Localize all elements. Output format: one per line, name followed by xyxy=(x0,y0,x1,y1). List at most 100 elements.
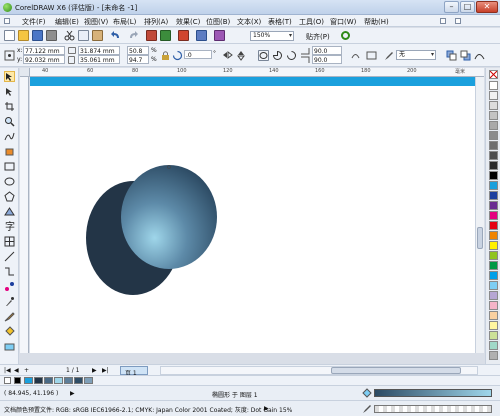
import-icon[interactable] xyxy=(146,30,157,41)
connector-tool-icon[interactable] xyxy=(4,266,15,277)
menu-table[interactable]: 表格(T) xyxy=(268,17,292,27)
palette-swatch[interactable] xyxy=(489,231,498,240)
doc-palette-swatch[interactable] xyxy=(44,377,53,384)
crop-tool-icon[interactable] xyxy=(4,101,15,112)
save-icon[interactable] xyxy=(32,30,43,41)
palette-swatch[interactable] xyxy=(489,351,498,360)
menu-file[interactable]: 文件(F) xyxy=(22,17,46,27)
palette-swatch[interactable] xyxy=(489,151,498,160)
rectangle-tool-icon[interactable] xyxy=(4,161,15,172)
palette-swatch[interactable] xyxy=(489,201,498,210)
menu-layout[interactable]: 布局(L) xyxy=(113,17,136,27)
scale-y-field[interactable]: 94.7 xyxy=(127,55,149,64)
rotation-angle-field[interactable]: .0 xyxy=(184,50,212,59)
vertical-ruler[interactable] xyxy=(20,77,29,353)
publish-pdf-icon[interactable] xyxy=(178,30,189,41)
next-page-icon[interactable]: ▶ xyxy=(92,367,97,374)
palette-swatch[interactable] xyxy=(489,321,498,330)
doc-palette-black-swatch[interactable] xyxy=(14,377,21,384)
ruler-origin[interactable] xyxy=(20,68,30,77)
horizontal-scrollbar[interactable] xyxy=(160,366,478,375)
smart-fill-tool-icon[interactable] xyxy=(4,146,15,157)
palette-swatch[interactable] xyxy=(489,211,498,220)
menu-effects[interactable]: 效果(C) xyxy=(176,17,200,27)
first-page-icon[interactable]: |◀ xyxy=(4,367,11,374)
palette-swatch[interactable] xyxy=(489,131,498,140)
application-launcher-icon[interactable] xyxy=(196,30,207,41)
drawing-canvas[interactable] xyxy=(30,77,484,353)
ellipse-mode-icon[interactable] xyxy=(258,50,269,61)
outline-width-select[interactable]: 无 ▾ xyxy=(396,50,436,60)
close-doc-icon[interactable] xyxy=(455,18,461,24)
palette-swatch[interactable] xyxy=(489,271,498,280)
zoom-level-select[interactable]: 150% ▾ xyxy=(250,31,294,41)
height-field[interactable]: 35.061 mm xyxy=(78,55,120,64)
vertical-scroll-thumb[interactable] xyxy=(477,227,483,249)
to-back-icon[interactable] xyxy=(460,50,471,61)
status-arrow-icon[interactable]: ▶ xyxy=(70,390,75,397)
palette-swatch[interactable] xyxy=(489,121,498,130)
scale-x-field[interactable]: 50.8 xyxy=(127,46,149,55)
gradient-ellipse[interactable] xyxy=(121,165,217,269)
paste-icon[interactable] xyxy=(92,30,103,41)
lock-ratio-icon[interactable] xyxy=(160,50,171,61)
outline-indicator-icon[interactable] xyxy=(362,404,372,414)
document-menu-icon[interactable] xyxy=(4,18,10,24)
palette-swatch[interactable] xyxy=(489,331,498,340)
doc-palette-menu-icon[interactable] xyxy=(4,377,11,384)
pick-tool-icon[interactable] xyxy=(4,71,15,82)
menu-bitmaps[interactable]: 位图(B) xyxy=(206,17,230,27)
page-tab[interactable]: 页 1 xyxy=(120,366,148,377)
table-tool-icon[interactable] xyxy=(4,236,15,247)
undo-icon[interactable] xyxy=(110,30,121,41)
menu-tools[interactable]: 工具(O) xyxy=(299,17,324,27)
text-tool-icon[interactable]: 字 xyxy=(4,220,15,233)
y-position-field[interactable]: 92.032 mm xyxy=(23,55,65,64)
polygon-tool-icon[interactable] xyxy=(4,191,15,202)
doc-palette-swatch[interactable] xyxy=(34,377,43,384)
dimension-tool-icon[interactable] xyxy=(4,251,15,262)
horizontal-ruler[interactable]: 40 60 80 100 120 140 160 180 200 毫米 xyxy=(30,68,484,77)
cut-icon[interactable] xyxy=(64,30,75,41)
horizontal-scroll-thumb[interactable] xyxy=(331,367,461,374)
ellipse-tool-icon[interactable] xyxy=(4,176,15,187)
doc-palette-swatch[interactable] xyxy=(74,377,83,384)
end-angle-field[interactable]: 90.0 xyxy=(312,55,342,64)
object-origin-icon[interactable] xyxy=(4,50,15,61)
doc-palette-swatch[interactable] xyxy=(54,377,63,384)
interactive-fill-tool-icon[interactable] xyxy=(4,341,15,352)
print-icon[interactable] xyxy=(46,30,57,41)
width-field[interactable]: 31.874 mm xyxy=(78,46,120,55)
doc-palette-swatch[interactable] xyxy=(64,377,73,384)
menu-help[interactable]: 帮助(H) xyxy=(364,17,389,27)
palette-swatch[interactable] xyxy=(489,141,498,150)
menu-text[interactable]: 文本(X) xyxy=(237,17,261,27)
palette-swatch[interactable] xyxy=(489,81,498,90)
palette-swatch[interactable] xyxy=(489,181,498,190)
start-angle-field[interactable]: 90.0 xyxy=(312,46,342,55)
basic-shapes-tool-icon[interactable] xyxy=(4,206,15,217)
palette-swatch[interactable] xyxy=(489,281,498,290)
menu-window[interactable]: 窗口(W) xyxy=(330,17,356,27)
palette-swatch[interactable] xyxy=(489,171,498,180)
no-color-swatch[interactable] xyxy=(489,70,498,79)
copy-icon[interactable] xyxy=(78,30,89,41)
doc-palette-swatch[interactable] xyxy=(24,377,33,384)
doc-palette-swatch[interactable] xyxy=(84,377,93,384)
arc-mode-icon[interactable] xyxy=(286,50,297,61)
vertical-scrollbar[interactable] xyxy=(475,77,484,353)
prev-page-icon[interactable]: ◀ xyxy=(14,367,19,374)
pie-mode-icon[interactable] xyxy=(272,50,283,61)
palette-swatch[interactable] xyxy=(489,191,498,200)
palette-swatch[interactable] xyxy=(489,291,498,300)
palette-swatch[interactable] xyxy=(489,261,498,270)
menu-arrange[interactable]: 排列(A) xyxy=(144,17,168,27)
minimize-button[interactable]: – xyxy=(444,1,459,13)
snap-to-label[interactable]: 贴齐(P) xyxy=(306,32,330,42)
shape-tool-icon[interactable] xyxy=(4,86,15,97)
palette-swatch[interactable] xyxy=(489,221,498,230)
redo-icon[interactable] xyxy=(128,30,139,41)
palette-swatch[interactable] xyxy=(489,251,498,260)
freehand-tool-icon[interactable] xyxy=(4,131,15,142)
palette-swatch[interactable] xyxy=(489,241,498,250)
